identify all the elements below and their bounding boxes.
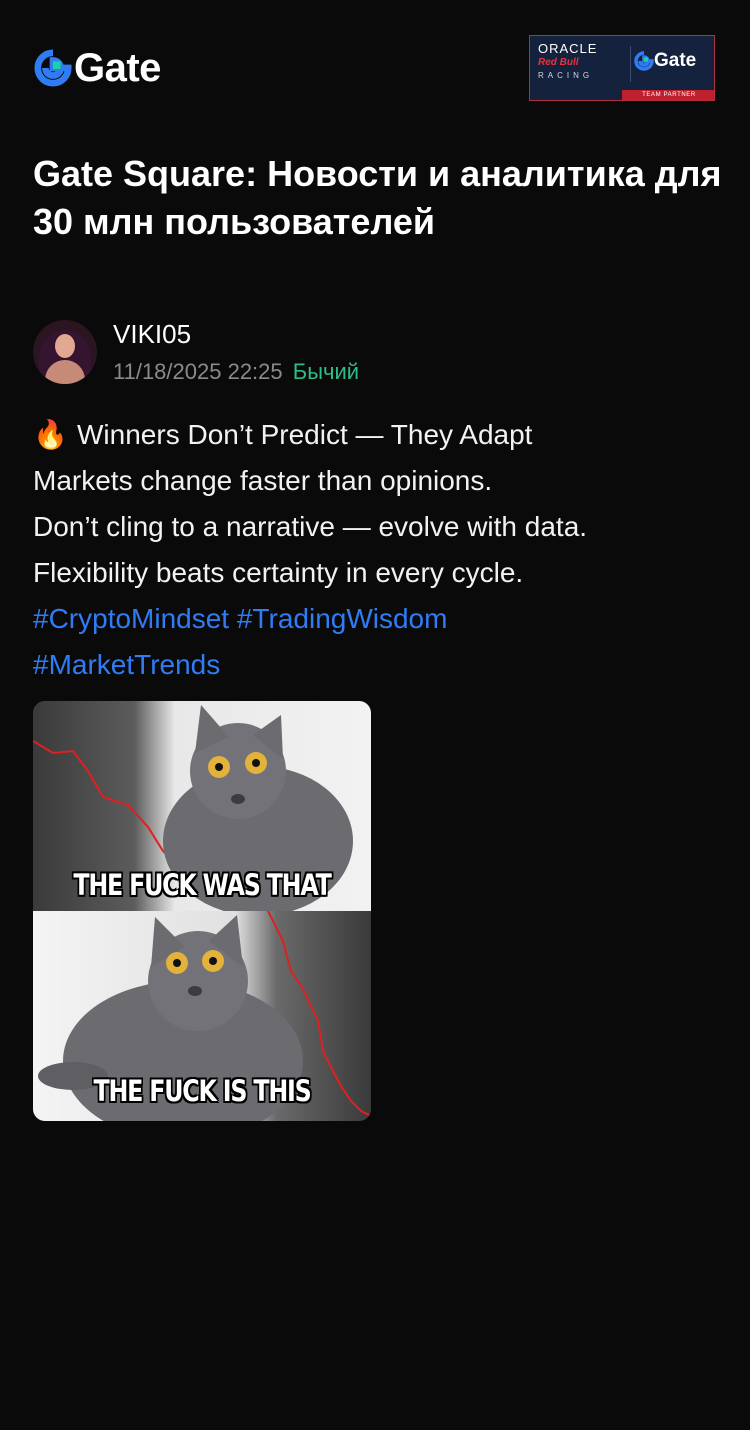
post-meta: 11/18/2025 22:25 Бычий bbox=[113, 358, 359, 386]
hashtag-link-row-1[interactable]: #CryptoMindset #TradingWisdom bbox=[33, 596, 723, 642]
avatar[interactable] bbox=[33, 320, 97, 384]
meme-caption-top: THE FUCK WAS THAT bbox=[73, 868, 332, 902]
partner-sponsor-block: ORACLE Red Bull RACING bbox=[538, 42, 628, 81]
partner-redbull-text: Red Bull bbox=[538, 57, 579, 68]
app-header: Gate ORACLE Red Bull RACING Gate TEAM PA… bbox=[0, 0, 750, 120]
post-line-3: Don’t cling to a narrative — evolve with… bbox=[33, 511, 588, 542]
post-line-2: Markets change faster than opinions. bbox=[33, 465, 493, 496]
post-author-row: VIKI05 11/18/2025 22:25 Бычий bbox=[33, 318, 713, 388]
hashtag-link-row-2[interactable]: #MarketTrends bbox=[33, 642, 723, 688]
post-body: 🔥 Winners Don’t Predict — They Adapt Mark… bbox=[33, 412, 723, 688]
gate-logo[interactable]: Gate bbox=[34, 48, 161, 88]
partner-divider bbox=[630, 46, 631, 82]
avatar-face bbox=[55, 334, 75, 358]
fire-emoji-icon: 🔥 bbox=[33, 419, 68, 450]
partner-strip: TEAM PARTNER bbox=[622, 90, 714, 100]
post-line-1: 🔥 Winners Don’t Predict — They Adapt bbox=[33, 412, 723, 458]
post-timestamp: 11/18/2025 22:25 bbox=[113, 359, 283, 384]
meme-panel-bottom: THE FUCK IS THIS bbox=[33, 911, 371, 1121]
post-headline: Winners Don’t Predict — They Adapt bbox=[77, 419, 533, 450]
meme-panel-top: THE FUCK WAS THAT bbox=[33, 701, 371, 911]
gate-logo-icon bbox=[34, 49, 72, 87]
sentiment-badge: Бычий bbox=[292, 359, 360, 384]
partner-gate-text: Gate bbox=[654, 50, 697, 71]
partner-oracle-text: ORACLE bbox=[538, 41, 598, 56]
page-title: Gate Square: Новости и аналитика для 30 … bbox=[33, 153, 722, 242]
gate-logo-icon bbox=[634, 51, 654, 71]
meme-caption-bottom: THE FUCK IS THIS bbox=[93, 1074, 311, 1108]
logo-text: Gate bbox=[74, 46, 161, 90]
author-name[interactable]: VIKI05 bbox=[113, 318, 191, 350]
post-image[interactable]: THE FUCK WAS THAT THE FUCK IS THIS bbox=[33, 701, 371, 1121]
post-line-4: Flexibility beats certainty in every cyc… bbox=[33, 557, 524, 588]
partner-gate-logo: Gate bbox=[634, 50, 696, 72]
partner-badge[interactable]: ORACLE Red Bull RACING Gate TEAM PARTNER bbox=[529, 35, 715, 101]
partner-racing-text: RACING bbox=[538, 71, 594, 80]
